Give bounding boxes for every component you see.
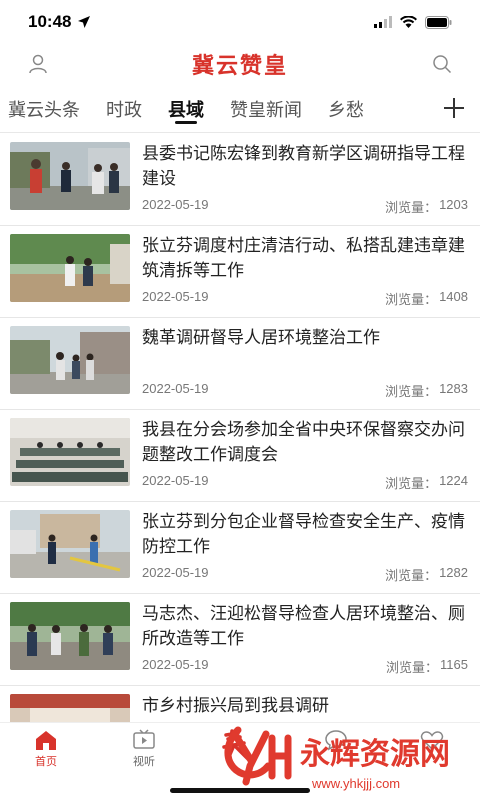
tv-play-icon [133, 729, 155, 749]
tab-politics[interactable]: 时政 [106, 86, 142, 132]
news-title: 张立芬调度村庄清洁行动、私搭乱建违章建筑清拆等工作 [142, 236, 465, 281]
news-thumbnail [10, 510, 130, 578]
news-item[interactable]: 魏革调研督导人居环境整治工作 2022-05-19 浏览量： 1283 [0, 318, 480, 410]
news-title: 县委书记陈宏锋到教育新学区调研指导工程建设 [142, 144, 465, 189]
app-title: 冀云赞皇 [191, 54, 288, 79]
status-icons [374, 15, 452, 29]
news-views: 浏览量： 1165 [386, 657, 468, 676]
views-label: 浏览量： [385, 200, 438, 215]
news-date: 2022-05-19 [142, 565, 209, 580]
app-header: 冀云赞皇 [0, 44, 480, 84]
tabs-divider [0, 132, 480, 133]
news-item[interactable]: 张立芬调度村庄清洁行动、私搭乱建违章建筑清拆等工作 2022-05-19 浏览量… [0, 226, 480, 318]
news-date: 2022-05-19 [142, 381, 209, 396]
news-title: 我县在分会场参加全省中央环保督察交办问题整改工作调度会 [142, 420, 465, 465]
cellular-signal-icon [374, 16, 392, 28]
news-views: 浏览量： 1282 [385, 565, 468, 584]
tab-jiyun-headlines[interactable]: 冀云头条 [8, 86, 80, 132]
views-label: 浏览量： [385, 476, 438, 491]
news-item[interactable]: 张立芬到分包企业督导检查安全生产、疫情防控工作 2022-05-19 浏览量： 1… [0, 502, 480, 594]
tab-county[interactable]: 县域 [168, 86, 204, 132]
watermark: 永辉资源网 www.yhkjjj.com [216, 716, 480, 796]
news-views: 浏览量： 1283 [385, 381, 468, 400]
nav-home-label: 首页 [35, 756, 57, 768]
views-label: 浏览量： [385, 292, 438, 307]
home-icon [36, 731, 56, 750]
views-count: 1282 [439, 565, 468, 580]
clock-text: 10:48 [28, 12, 72, 31]
news-item[interactable]: 我县在分会场参加全省中央环保督察交办问题整改工作调度会 2022-05-19 浏… [0, 410, 480, 502]
news-views: 浏览量： 1408 [385, 289, 468, 308]
news-views: 浏览量： 1224 [385, 473, 468, 492]
tab-nostalgia[interactable]: 乡愁 [328, 86, 364, 132]
tab-zanhuang-news[interactable]: 赞皇新闻 [230, 86, 302, 132]
news-item[interactable]: 县委书记陈宏锋到教育新学区调研指导工程建设 2022-05-19 浏览量： 120… [0, 134, 480, 226]
status-time: 10:48 [28, 12, 91, 32]
battery-icon [425, 15, 452, 29]
news-views: 浏览量： 1203 [385, 197, 468, 216]
tabs-fade [398, 86, 438, 132]
news-thumbnail [10, 602, 130, 670]
news-date: 2022-05-19 [142, 657, 209, 672]
news-thumbnail [10, 418, 130, 486]
wifi-icon [400, 16, 417, 28]
views-count: 1224 [439, 473, 468, 488]
nav-home[interactable]: 首页 [16, 729, 76, 769]
news-date: 2022-05-19 [142, 197, 209, 212]
news-title: 马志杰、汪迎松督导检查人居环境整治、厕所改造等工作 [142, 604, 465, 649]
nav-video-label: 视听 [133, 756, 155, 768]
home-indicator [170, 788, 310, 793]
location-arrow-icon [78, 16, 91, 28]
views-count: 1283 [439, 381, 468, 396]
views-count: 1408 [439, 289, 468, 304]
news-date: 2022-05-19 [142, 289, 209, 304]
news-thumbnail [10, 326, 130, 394]
watermark-url: www.yhkjjj.com [311, 776, 400, 791]
news-title: 张立芬到分包企业督导检查安全生产、疫情防控工作 [142, 512, 465, 557]
add-channel-icon[interactable] [438, 92, 470, 124]
views-count: 1165 [440, 657, 468, 672]
news-thumbnail [10, 694, 130, 722]
news-item[interactable]: 马志杰、汪迎松督导检查人居环境整治、厕所改造等工作 2022-05-19 浏览量… [0, 594, 480, 686]
watermark-text: 永辉资源网 [300, 737, 450, 772]
views-label: 浏览量： [386, 660, 439, 675]
views-count: 1203 [439, 197, 468, 212]
news-title: 魏革调研督导人居环境整治工作 [142, 328, 380, 348]
news-thumbnail [10, 142, 130, 210]
views-label: 浏览量： [385, 384, 438, 399]
views-label: 浏览量： [385, 568, 438, 583]
news-date: 2022-05-19 [142, 473, 209, 488]
nav-video[interactable]: 视听 [114, 729, 174, 769]
news-thumbnail [10, 234, 130, 302]
user-profile-icon[interactable] [26, 52, 50, 76]
status-bar: 10:48 [0, 0, 480, 44]
news-list: 县委书记陈宏锋到教育新学区调研指导工程建设 2022-05-19 浏览量： 120… [0, 134, 480, 722]
search-icon[interactable] [430, 52, 454, 76]
